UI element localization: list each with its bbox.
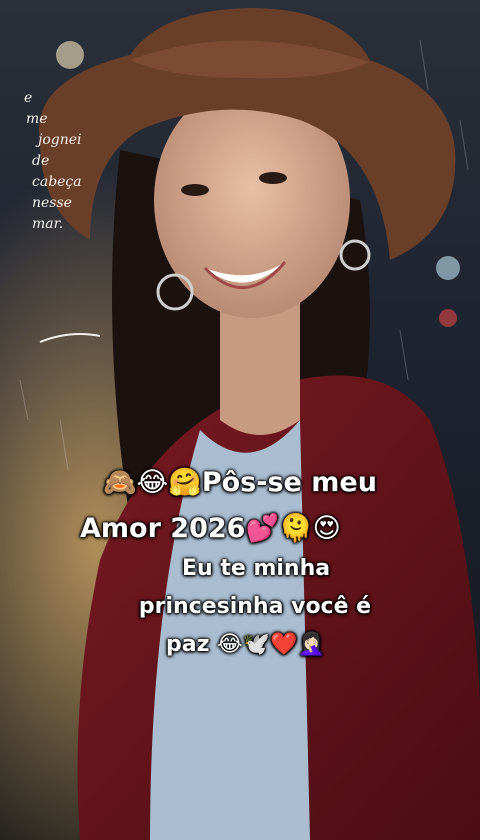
handwriting-line: de [32, 153, 50, 169]
sub-caption-line3: paz 😂🕊️❤️🤦🏻‍♀️ [166, 632, 325, 657]
handwriting-line: nesse [32, 195, 72, 211]
handwritten-quote: e me jognei de cabeça nesse mar. [18, 88, 128, 235]
sub-caption-line2: princesinha você é [138, 594, 372, 619]
main-caption-line1: 🙈😂🤗Pôs-se meu [103, 467, 377, 498]
sub-caption-line1: Eu te minha [182, 556, 331, 581]
main-caption-line2: Amor 2026💕🫠😍 [80, 513, 341, 544]
handwriting-line: cabeça [32, 174, 82, 190]
sub-caption: Eu te minha princesinha você é paz 😂🕊️❤️… [130, 550, 380, 664]
handwriting-line: me [26, 111, 48, 127]
handwriting-line: jognei [38, 132, 82, 148]
main-caption: 🙈😂🤗Pôs-se meu Amor 2026💕🫠😍 [70, 460, 410, 552]
handwriting-line: e [24, 90, 33, 106]
handwriting-line: mar. [32, 216, 64, 232]
